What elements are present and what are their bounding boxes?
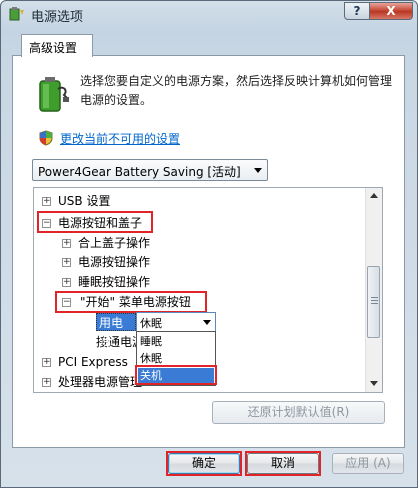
- grip-line: [371, 297, 378, 298]
- grip-line: [371, 300, 378, 301]
- expand-icon[interactable]: +: [42, 358, 51, 367]
- highlight-box: [55, 291, 207, 313]
- tab-advanced-settings[interactable]: 高级设置: [21, 34, 93, 57]
- uac-shield-icon: [39, 130, 53, 146]
- restore-defaults-button[interactable]: 还原计划默认值(R): [212, 401, 385, 424]
- tree-node-cpu-power-label: 处理器电源管理: [58, 375, 143, 389]
- scrollbar-thumb[interactable]: [367, 266, 380, 338]
- power-options-icon: [9, 7, 24, 21]
- on-battery-label[interactable]: 用电池:: [96, 313, 136, 348]
- on-battery-action-select[interactable]: 休眠: [136, 312, 216, 332]
- battery-icon: [39, 77, 69, 112]
- tab-strip: 高级设置: [13, 34, 406, 57]
- highlight-box: [166, 451, 242, 476]
- tree-node-pci-express-label: PCI Express: [58, 355, 128, 369]
- chevron-down-icon: [203, 320, 211, 325]
- scroll-down-icon[interactable]: [370, 381, 378, 386]
- combo-value: 休眠: [140, 317, 162, 330]
- grip-line: [371, 303, 378, 304]
- tree-node-power-button-action-label: 电源按钮操作: [78, 255, 151, 269]
- vertical-scrollbar[interactable]: [365, 188, 382, 392]
- close-icon: X: [386, 4, 396, 18]
- power-plan-value: Power4Gear Battery Saving [活动]: [38, 165, 241, 179]
- tree-node-usb-label: USB 设置: [58, 194, 111, 208]
- change-unavailable-settings-link[interactable]: 更改当前不可用的设置: [60, 130, 180, 147]
- option-sleep[interactable]: 睡眠: [138, 334, 214, 350]
- highlight-box: [245, 451, 321, 476]
- title-bar[interactable]: 电源选项 ? X: [1, 1, 417, 27]
- close-button[interactable]: X: [369, 2, 413, 20]
- scroll-up-icon[interactable]: [370, 193, 378, 198]
- expand-icon[interactable]: +: [62, 258, 71, 267]
- expand-icon[interactable]: +: [42, 378, 51, 387]
- tree-node-sleep-button-action-label: 睡眠按钮操作: [78, 275, 151, 289]
- expand-icon[interactable]: +: [42, 197, 51, 206]
- highlight-box: [37, 211, 153, 233]
- window-title: 电源选项: [31, 10, 84, 25]
- tree-node-lid-action-label: 合上盖子操作: [78, 236, 151, 250]
- help-button[interactable]: ?: [344, 2, 370, 20]
- expand-icon[interactable]: +: [62, 239, 71, 248]
- expand-icon[interactable]: +: [62, 278, 71, 287]
- chevron-down-icon: [254, 168, 262, 173]
- apply-button[interactable]: 应用 (A): [332, 453, 404, 474]
- highlight-box: [135, 365, 217, 385]
- power-plan-select[interactable]: Power4Gear Battery Saving [活动]: [32, 159, 268, 181]
- intro-text: 选择您要自定义的电源方案，然后选择反映计算机如何管理电源的设置。: [80, 74, 393, 107]
